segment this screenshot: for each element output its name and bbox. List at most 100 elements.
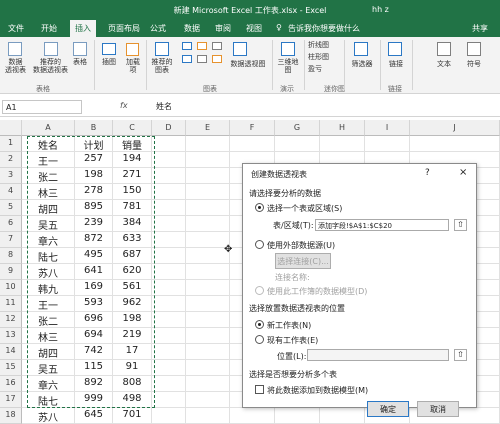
row-header[interactable]: 10	[0, 280, 22, 296]
tab-page-layout[interactable]: 页面布局	[108, 23, 140, 34]
empty-cell[interactable]	[186, 408, 230, 424]
empty-cell[interactable]	[186, 216, 230, 232]
empty-cell[interactable]	[152, 200, 186, 216]
empty-cell[interactable]	[186, 280, 230, 296]
row-header[interactable]: 16	[0, 376, 22, 392]
table-cell[interactable]: 苏八	[22, 408, 75, 424]
column-header[interactable]: G	[275, 120, 320, 136]
row-header[interactable]: 6	[0, 216, 22, 232]
radio-select-range[interactable]	[255, 203, 264, 212]
recommended-pivot-button[interactable]: 推荐的 数据透视表	[28, 58, 73, 74]
empty-cell[interactable]	[152, 328, 186, 344]
share-button[interactable]: 共享	[472, 23, 488, 34]
empty-cell[interactable]	[186, 312, 230, 328]
pie-chart-icon[interactable]	[212, 42, 222, 50]
empty-cell[interactable]	[186, 200, 230, 216]
addins-button[interactable]: 加载项	[122, 58, 144, 74]
symbol-button[interactable]: 符号	[460, 60, 488, 68]
empty-cell[interactable]	[152, 216, 186, 232]
row-header[interactable]: 18	[0, 408, 22, 424]
empty-cell[interactable]	[230, 136, 275, 152]
collapse-icon[interactable]: ⇧	[454, 219, 467, 231]
add-to-model-checkbox[interactable]	[255, 385, 264, 394]
name-box[interactable]: A1	[2, 100, 82, 114]
column-header[interactable]: C	[113, 120, 152, 136]
empty-cell[interactable]	[186, 344, 230, 360]
sparkline-column-button[interactable]: 柱形图	[308, 53, 329, 61]
tab-insert[interactable]: 插入	[70, 20, 96, 37]
scatter-chart-icon[interactable]	[197, 55, 207, 63]
pivot-chart-button[interactable]: 数据透视图	[226, 60, 270, 68]
row-header[interactable]: 15	[0, 360, 22, 376]
tab-formulas[interactable]: 公式	[150, 23, 166, 34]
empty-cell[interactable]	[186, 152, 230, 168]
cancel-button[interactable]: 取消	[417, 401, 459, 417]
column-header[interactable]: D	[152, 120, 186, 136]
row-header[interactable]: 3	[0, 168, 22, 184]
empty-cell[interactable]	[152, 232, 186, 248]
row-header[interactable]: 7	[0, 232, 22, 248]
column-header[interactable]: I	[365, 120, 410, 136]
choose-connection-button[interactable]: 选择连接(C)...	[275, 253, 331, 269]
tell-me-box[interactable]: 告诉我你想要做什么	[288, 23, 360, 34]
empty-cell[interactable]	[152, 312, 186, 328]
empty-cell[interactable]	[152, 408, 186, 424]
empty-cell[interactable]	[186, 264, 230, 280]
row-header[interactable]: 11	[0, 296, 22, 312]
empty-cell[interactable]	[410, 136, 500, 152]
line-chart-icon[interactable]	[197, 42, 207, 50]
text-button[interactable]: 文本	[430, 60, 458, 68]
empty-cell[interactable]	[152, 152, 186, 168]
row-header[interactable]: 8	[0, 248, 22, 264]
empty-cell[interactable]	[320, 136, 365, 152]
empty-cell[interactable]	[320, 408, 365, 424]
tab-review[interactable]: 审阅	[215, 23, 231, 34]
radio-external-source[interactable]	[255, 240, 264, 249]
tab-data[interactable]: 数据	[184, 23, 200, 34]
location-input[interactable]	[307, 349, 449, 361]
empty-cell[interactable]	[186, 376, 230, 392]
empty-cell[interactable]	[152, 248, 186, 264]
empty-cell[interactable]	[186, 168, 230, 184]
column-header[interactable]: J	[410, 120, 500, 136]
table-cell[interactable]: 645	[75, 408, 113, 424]
empty-cell[interactable]	[152, 344, 186, 360]
slicer-button[interactable]: 筛选器	[346, 60, 378, 68]
link-button[interactable]: 链接	[382, 60, 410, 68]
column-header[interactable]: A	[22, 120, 75, 136]
column-header[interactable]: E	[186, 120, 230, 136]
row-header[interactable]: 2	[0, 152, 22, 168]
row-header[interactable]: 1	[0, 136, 22, 152]
empty-cell[interactable]	[275, 136, 320, 152]
ok-button[interactable]: 确定	[367, 401, 409, 417]
column-header[interactable]: F	[230, 120, 275, 136]
empty-cell[interactable]	[186, 136, 230, 152]
row-header[interactable]: 14	[0, 344, 22, 360]
empty-cell[interactable]	[152, 280, 186, 296]
empty-cell[interactable]	[186, 328, 230, 344]
map3d-button[interactable]: 三维地图	[274, 58, 302, 74]
empty-cell[interactable]	[152, 392, 186, 408]
empty-cell[interactable]	[152, 136, 186, 152]
column-chart-icon[interactable]	[182, 42, 192, 50]
help-button[interactable]: ?	[425, 168, 430, 178]
row-header[interactable]: 13	[0, 328, 22, 344]
close-button[interactable]: ×	[459, 167, 467, 178]
recommended-charts-button[interactable]: 推荐的 图表	[148, 58, 176, 74]
empty-cell[interactable]	[152, 296, 186, 312]
table-cell[interactable]: 701	[113, 408, 152, 424]
empty-cell[interactable]	[152, 168, 186, 184]
empty-cell[interactable]	[275, 408, 320, 424]
formula-input[interactable]: 姓名	[156, 101, 172, 112]
other-chart-icon[interactable]	[212, 55, 222, 63]
tab-file[interactable]: 文件	[8, 23, 24, 34]
column-header[interactable]: H	[320, 120, 365, 136]
empty-cell[interactable]	[186, 360, 230, 376]
fx-icon[interactable]: fx	[120, 101, 128, 110]
empty-cell[interactable]	[186, 184, 230, 200]
radio-use-model[interactable]	[255, 286, 264, 295]
pivot-table-button[interactable]: 数据 透视表	[2, 58, 29, 74]
collapse-icon[interactable]: ⇧	[454, 349, 467, 361]
select-all-corner[interactable]	[0, 120, 22, 136]
radio-new-sheet[interactable]	[255, 320, 264, 329]
